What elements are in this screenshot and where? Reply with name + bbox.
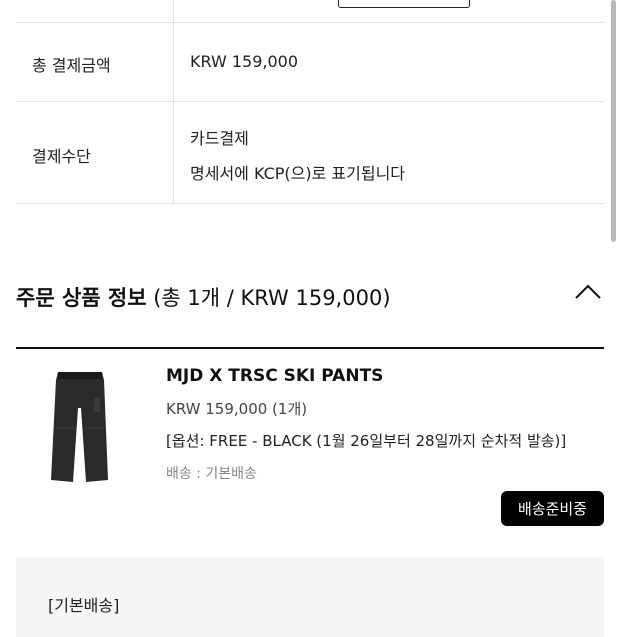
product-price: KRW 159,000 (1개) [166,400,308,418]
product-option: [옵션: FREE - BLACK (1월 26일부터 28일까지 순차적 발송… [166,432,567,450]
status-badge: 배송준비중 [501,491,604,526]
total-amount-label: 총 결제금액 [32,56,111,75]
table-bottom-border [16,203,604,204]
section-divider [16,347,604,349]
order-section-header[interactable]: 주문 상품 정보 (총 1개 / KRW 159,000) [16,282,391,312]
payment-method-note: 명세서에 KCP(으)로 표기됩니다 [190,164,406,183]
table-row-divider [16,101,604,102]
payment-method-label: 결제수단 [32,147,91,166]
chevron-up-icon[interactable] [574,282,602,302]
payment-method-value: 카드결제 [190,129,249,148]
table-column-divider [173,0,174,204]
product-thumbnail[interactable] [44,368,116,484]
shipping-box-title: [기본배송] [48,596,120,615]
table-top-border [16,22,604,23]
product-shipping-type: 배송 : 기본배송 [166,466,257,482]
scrollbar[interactable] [611,0,616,242]
order-section-title: 주문 상품 정보 [16,286,147,310]
total-amount-value: KRW 159,000 [190,52,299,71]
order-section-summary: (총 1개 / KRW 159,000) [153,286,391,310]
product-name[interactable]: MJD X TRSC SKI PANTS [166,366,383,386]
partial-button[interactable] [338,0,470,8]
